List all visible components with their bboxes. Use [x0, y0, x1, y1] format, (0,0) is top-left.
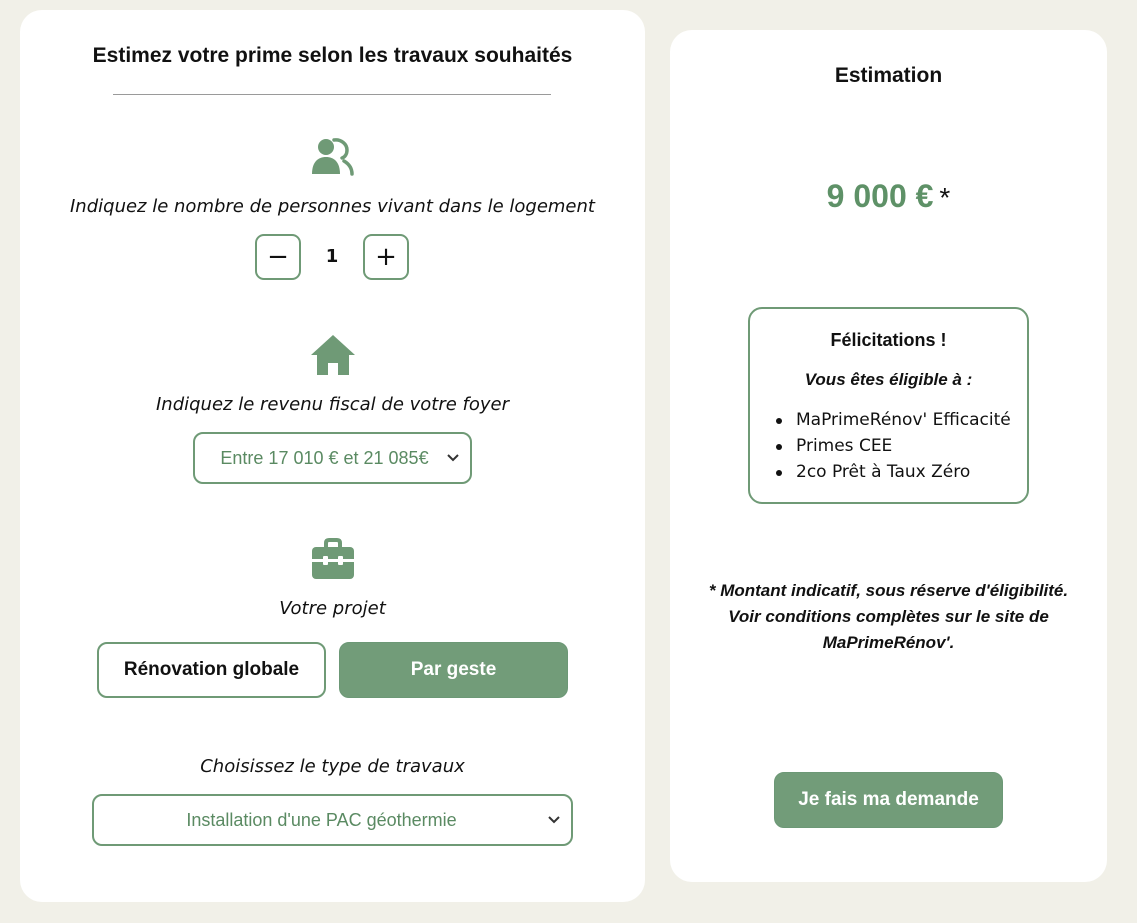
income-label: Indiquez le revenu fiscal de votre foyer — [155, 394, 510, 415]
estimation-card: Estimation 9 000 € * Félicitations ! Vous… — [670, 30, 1107, 882]
eligibility-item: 2co Prêt à Taux Zéro — [776, 459, 1011, 485]
decrement-button[interactable]: − — [255, 234, 301, 280]
works-select[interactable]: Installation d'une PAC géothermie — [92, 794, 573, 846]
household-label: Indiquez le nombre de personnes vivant d… — [70, 196, 595, 217]
users-icon — [311, 138, 354, 176]
estimator-card: Estimez votre prime selon les travaux so… — [20, 10, 645, 902]
eligibility-box: Félicitations ! Vous êtes éligible à : M… — [748, 307, 1029, 504]
works-select-value: Installation d'une PAC géothermie — [186, 809, 457, 830]
estimation-amount: 9 000 € — [826, 178, 934, 214]
income-select[interactable]: Entre 17 010 € et 21 085€ — [193, 432, 472, 484]
estimation-amount-row: 9 000 € * — [670, 178, 1107, 215]
renovation-globale-button[interactable]: Rénovation globale — [97, 642, 326, 698]
increment-button[interactable]: + — [363, 234, 409, 280]
eligibility-title: Félicitations ! — [830, 330, 947, 350]
estimation-title: Estimation — [834, 64, 943, 87]
title-divider — [113, 94, 551, 95]
eligibility-item: Primes CEE — [776, 433, 1011, 459]
eligibility-subtitle: Vous êtes éligible à : — [804, 370, 973, 389]
par-geste-button[interactable]: Par geste — [339, 642, 568, 698]
project-label: Votre projet — [279, 598, 386, 619]
briefcase-icon — [311, 538, 354, 579]
amount-asterisk: * — [939, 182, 951, 213]
household-count: 1 — [325, 246, 339, 267]
disclaimer-line: MaPrimeRénov'. — [822, 633, 955, 652]
disclaimer-line: Voir conditions complètes sur le site de — [728, 607, 1049, 626]
eligibility-list: MaPrimeRénov' Efficacité Primes CEE 2co … — [776, 407, 1011, 485]
submit-request-button[interactable]: Je fais ma demande — [774, 772, 1003, 828]
house-icon — [310, 335, 355, 375]
eligibility-item: MaPrimeRénov' Efficacité — [776, 407, 1011, 433]
disclaimer: * Montant indicatif, sous réserve d'élig… — [670, 578, 1107, 656]
chevron-down-icon — [447, 454, 459, 462]
income-select-value: Entre 17 010 € et 21 085€ — [220, 447, 429, 468]
estimator-title: Estimez votre prime selon les travaux so… — [92, 44, 573, 67]
works-label: Choisissez le type de travaux — [200, 756, 465, 777]
chevron-down-icon — [548, 816, 560, 824]
disclaimer-line: * Montant indicatif, sous réserve d'élig… — [708, 581, 1069, 600]
